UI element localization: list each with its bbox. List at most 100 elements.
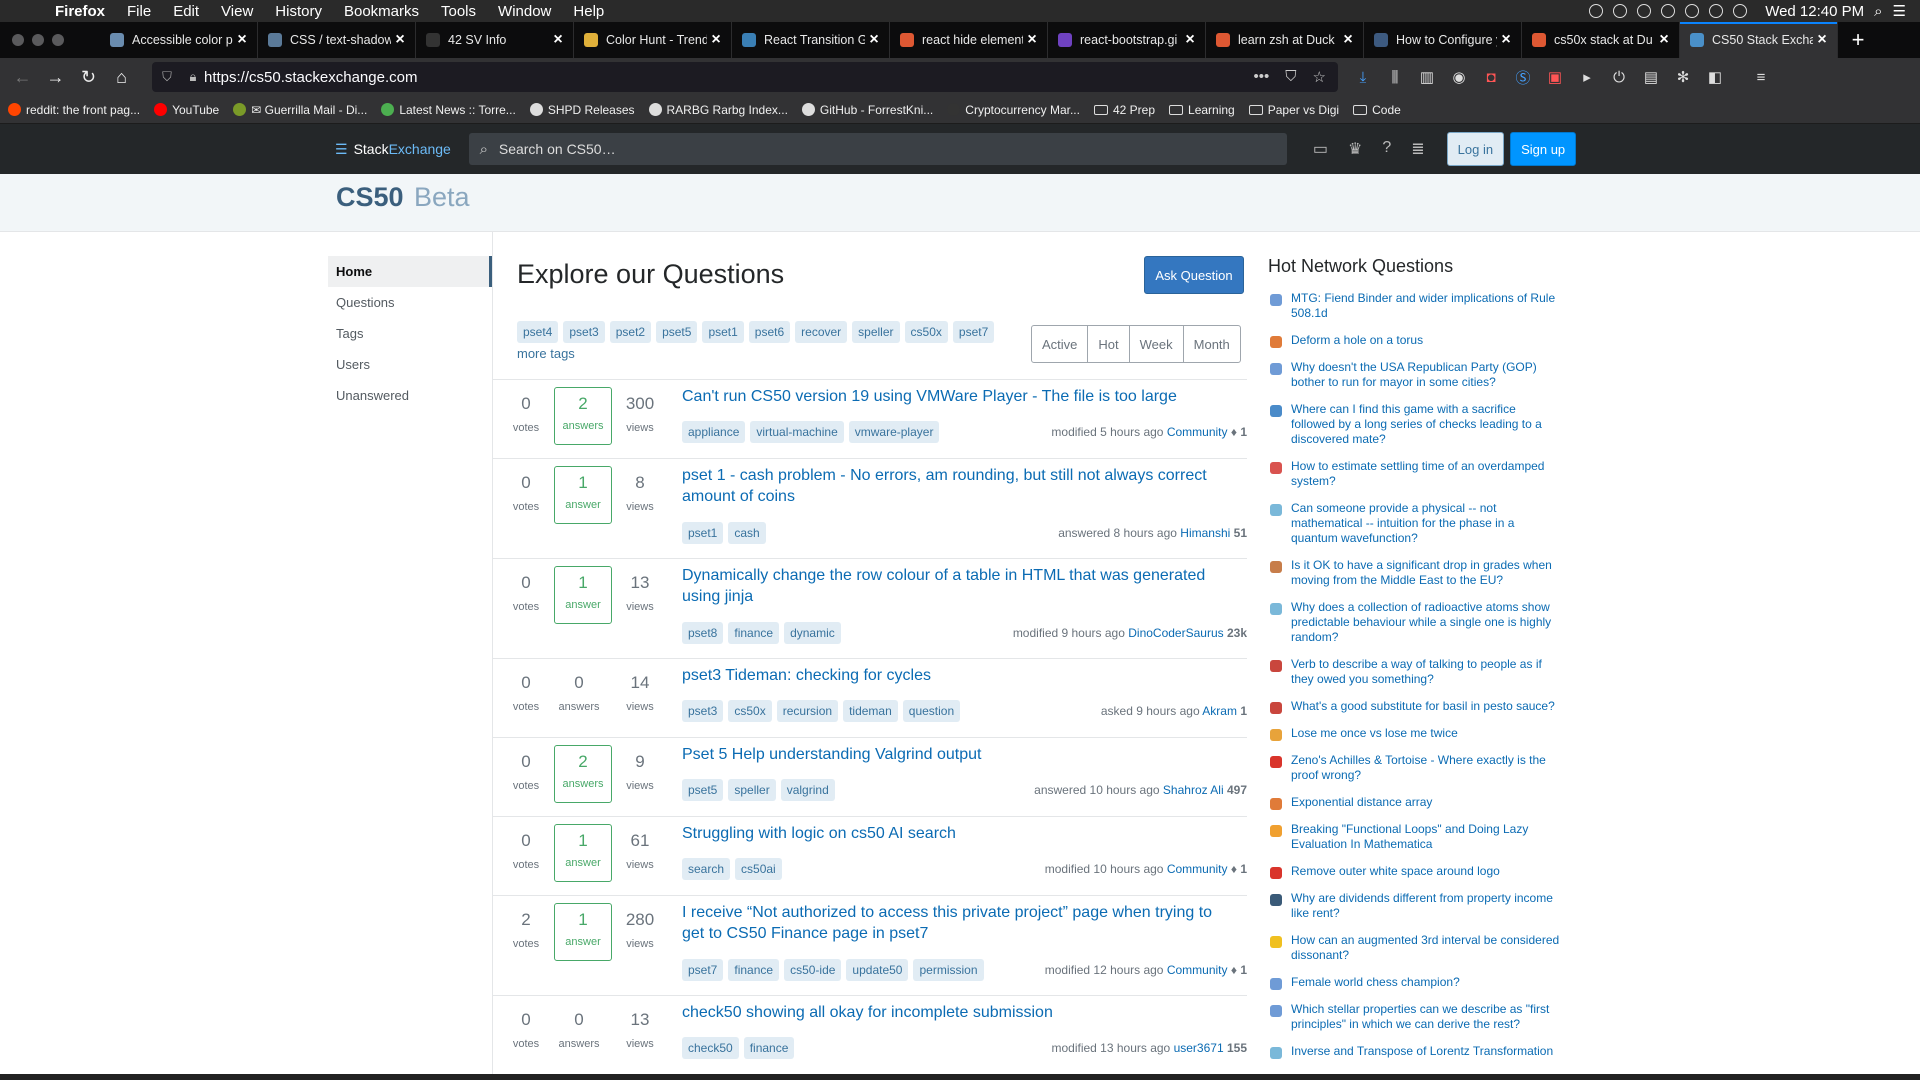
tag[interactable]: cs50ai	[735, 858, 782, 880]
nav-item-tags[interactable]: Tags	[328, 318, 492, 349]
browser-tab[interactable]: Color Hunt - Trend ×	[574, 22, 732, 58]
hnq-question-link[interactable]: Exponential distance array	[1291, 795, 1561, 810]
tag[interactable]: search	[682, 858, 731, 880]
tag[interactable]: speller	[728, 779, 776, 801]
filter-hot[interactable]: Hot	[1088, 326, 1130, 362]
hnq-question-link[interactable]: Remove outer white space around logo	[1291, 864, 1561, 879]
tag[interactable]: cash	[728, 522, 766, 544]
close-tab-icon[interactable]: ×	[1655, 31, 1673, 49]
tag[interactable]: pset8	[682, 622, 724, 644]
tag[interactable]: cs50x	[904, 321, 948, 343]
tag[interactable]: pset7	[682, 959, 724, 981]
forward-arrow-icon[interactable]: →	[39, 67, 72, 88]
question-title-link[interactable]: check50 showing all okay for incomplete …	[682, 1002, 1222, 1023]
hnq-question-link[interactable]: MTG: Fiend Binder and wider implications…	[1291, 291, 1561, 321]
close-tab-icon[interactable]: ×	[233, 31, 251, 49]
meta-action[interactable]: modified 10 hours ago	[1045, 862, 1164, 876]
volume-icon[interactable]	[1733, 4, 1748, 18]
tag[interactable]: pset3	[563, 321, 605, 343]
user-link[interactable]: Himanshi	[1180, 526, 1230, 540]
close-tab-icon[interactable]: ×	[1023, 31, 1041, 49]
back-arrow-icon[interactable]: ←	[6, 67, 39, 88]
menubar-clock[interactable]: Wed 12:40 PM	[1765, 3, 1864, 20]
tag[interactable]: cs50x	[728, 700, 772, 722]
trophy-icon[interactable]: ♛	[1348, 139, 1362, 159]
status-icon[interactable]	[1637, 4, 1652, 18]
user-link[interactable]: Community	[1167, 425, 1228, 439]
browser-tab[interactable]: Accessible color p ×	[100, 22, 258, 58]
hnq-question-link[interactable]: Can someone provide a physical -- not ma…	[1291, 501, 1561, 546]
sidebar-icon[interactable]: ▥	[1418, 68, 1436, 86]
question-title-link[interactable]: I receive “Not authorized to access this…	[682, 902, 1222, 944]
tag[interactable]: pset5	[656, 321, 698, 343]
tag[interactable]: pset6	[748, 321, 791, 343]
close-tab-icon[interactable]: ×	[549, 31, 567, 49]
extension-icon[interactable]: ▸	[1578, 68, 1596, 86]
hnq-question-link[interactable]: Deform a hole on a torus	[1291, 333, 1561, 348]
url-text[interactable]: https://cs50.stackexchange.com	[204, 69, 1254, 86]
hnq-question-link[interactable]: Lose me once vs lose me twice	[1291, 726, 1561, 741]
tag[interactable]: recover	[795, 321, 848, 343]
tag[interactable]: tideman	[843, 700, 898, 722]
bookmark-item[interactable]: Cryptocurrency Mar...	[947, 103, 1080, 117]
question-title-link[interactable]: Can't run CS50 version 19 using VMWare P…	[682, 386, 1222, 407]
nav-item-unanswered[interactable]: Unanswered	[328, 380, 492, 411]
site-search-input[interactable]: ⌕ Search on CS50…	[468, 133, 1287, 165]
close-tab-icon[interactable]: ×	[1339, 31, 1357, 49]
home-icon[interactable]: ⌂	[105, 67, 138, 88]
tag[interactable]: pset1	[682, 522, 724, 544]
tag[interactable]: speller	[852, 321, 900, 343]
bookmark-item[interactable]: reddit: the front pag...	[8, 103, 140, 117]
browser-tab[interactable]: react hide element ×	[890, 22, 1048, 58]
close-tab-icon[interactable]: ×	[1497, 31, 1515, 49]
zoom-window-button[interactable]	[52, 34, 64, 46]
extension-icon[interactable]: ▣	[1546, 68, 1564, 86]
nav-item-users[interactable]: Users	[328, 349, 492, 380]
new-tab-button[interactable]: +	[1838, 22, 1878, 58]
bookmark-folder[interactable]: Learning	[1169, 103, 1235, 117]
hnq-question-link[interactable]: Why are dividends different from propert…	[1291, 891, 1561, 921]
menu-tools[interactable]: Tools	[430, 3, 487, 20]
downloads-icon[interactable]: ⤓	[1354, 69, 1372, 86]
extension-icon[interactable]: Ⓢ	[1514, 67, 1532, 88]
bookmark-item[interactable]: ✉ Guerrilla Mail - Di...	[233, 103, 367, 117]
user-link[interactable]: Shahroz Ali	[1163, 783, 1224, 797]
meta-action[interactable]: modified 9 hours ago	[1013, 626, 1125, 640]
menu-file[interactable]: File	[116, 3, 162, 20]
user-link[interactable]: user3671	[1174, 1041, 1224, 1055]
pocket-icon[interactable]: ⛉	[1285, 68, 1296, 86]
wifi-icon[interactable]	[1709, 4, 1724, 18]
tag[interactable]: question	[902, 700, 961, 722]
close-tab-icon[interactable]: ×	[707, 31, 725, 49]
menu-history[interactable]: History	[264, 3, 333, 20]
page-actions-icon[interactable]: •••	[1254, 68, 1270, 86]
minimize-window-button[interactable]	[32, 34, 44, 46]
close-tab-icon[interactable]: ×	[1813, 31, 1831, 49]
menu-edit[interactable]: Edit	[162, 3, 210, 20]
hnq-question-link[interactable]: Which stellar properties can we describe…	[1291, 1002, 1561, 1032]
meta-action[interactable]: modified 12 hours ago	[1045, 963, 1164, 977]
close-tab-icon[interactable]: ×	[1181, 31, 1199, 49]
tag[interactable]: dynamic	[784, 622, 841, 644]
status-icon[interactable]	[1685, 4, 1700, 18]
question-title-link[interactable]: Struggling with logic on cs50 AI search	[682, 823, 1222, 844]
stackexchange-logo[interactable]: ☰ Stack Exchange	[335, 141, 451, 158]
tag[interactable]: finance	[728, 622, 780, 644]
browser-tab[interactable]: react-bootstrap.gi ×	[1048, 22, 1206, 58]
tag[interactable]: appliance	[682, 421, 746, 443]
inbox-icon[interactable]: ▭	[1313, 139, 1328, 159]
close-window-button[interactable]	[12, 34, 24, 46]
url-bar[interactable]: ⛉ 🔒︎ https://cs50.stackexchange.com ••• …	[152, 62, 1338, 92]
hnq-question-link[interactable]: Inverse and Transpose of Lorentz Transfo…	[1291, 1044, 1561, 1059]
menu-view[interactable]: View	[210, 3, 264, 20]
question-title-link[interactable]: Dynamically change the row colour of a t…	[682, 565, 1222, 607]
user-link[interactable]: Akram	[1202, 704, 1237, 718]
extension-icon[interactable]: ▤	[1642, 68, 1660, 86]
tag[interactable]: update50	[846, 959, 909, 981]
question-title-link[interactable]: pset3 Tideman: checking for cycles	[682, 665, 1222, 686]
filter-active[interactable]: Active	[1032, 326, 1089, 362]
tag[interactable]: recursion	[776, 700, 839, 722]
tag[interactable]: virtual-machine	[750, 421, 844, 443]
browser-tab[interactable]: cs50x stack at Du ×	[1522, 22, 1680, 58]
menu-help[interactable]: Help	[562, 3, 615, 20]
